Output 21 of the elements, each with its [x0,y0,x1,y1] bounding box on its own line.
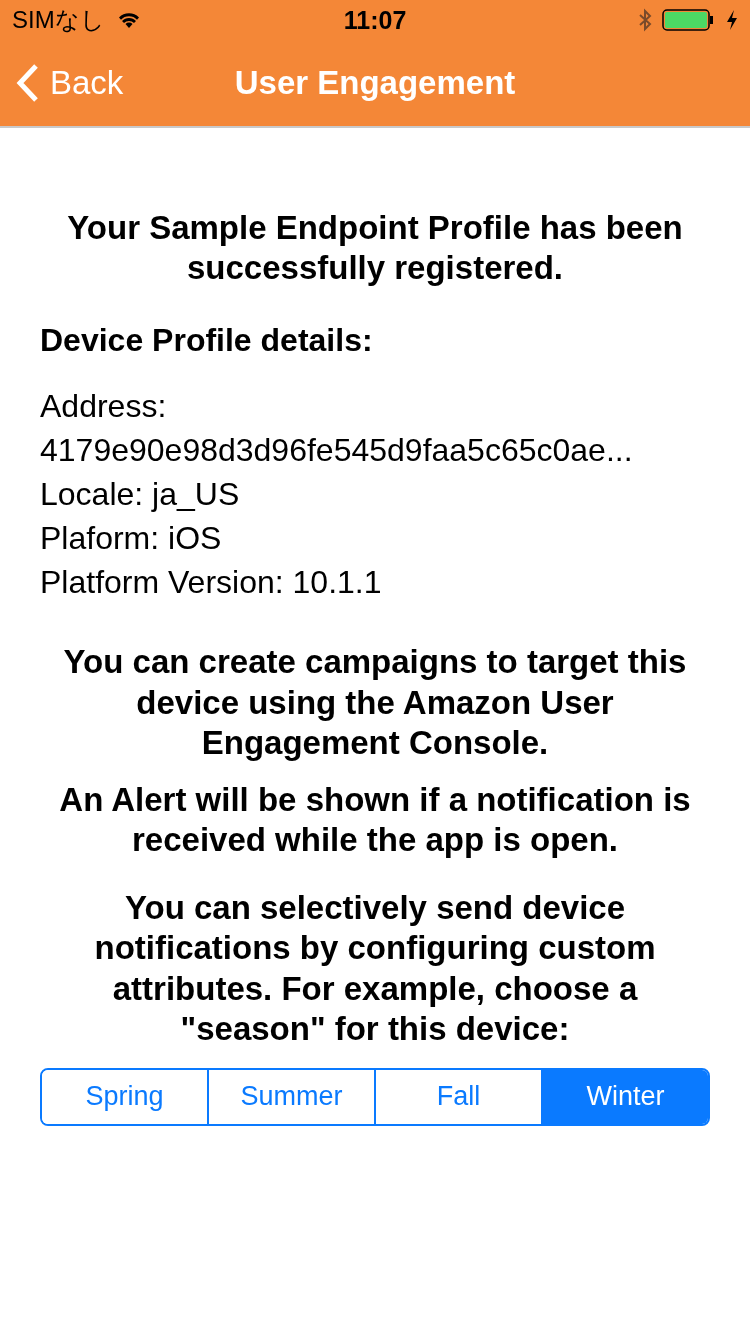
info-text: You can create campaigns to target this device using the Amazon User Engagement Console. [62,642,688,763]
season-segment[interactable]: Winter [541,1069,708,1124]
detail-text: Plaform: iOS [40,519,223,558]
info-text: You can selectively send device notifications by configuring custom attributes. For example, choose a "season" for this device: [93,887,657,1049]
back-label[interactable]: Back [50,64,124,102]
battery-icon [662,9,716,31]
info-text: An Alert will be shown if a notification is received while the app is open. [58,779,692,860]
detail-text: Platform Version: 10.1.1 [40,563,383,602]
detail-text: Locale: ja_US [40,475,241,514]
back-button[interactable]: Back [0,63,124,103]
carrier-label: SIMなし [12,5,105,35]
status-time: 11:07 [343,5,407,35]
detail-text: 4179e90e98d3d96fe545d9faa5c65c0ae... [40,431,634,470]
detail-text: Address: [40,387,168,426]
chevron-left-icon [16,63,40,103]
success-heading: Your Sample Endpoint Profile has been successfully registered. [66,208,684,288]
details-title: Device Profile details: [40,321,374,360]
nav-title: User Engagement [234,64,516,102]
charging-icon [726,9,738,31]
wifi-icon [116,11,141,29]
bluetooth-icon [638,8,652,32]
